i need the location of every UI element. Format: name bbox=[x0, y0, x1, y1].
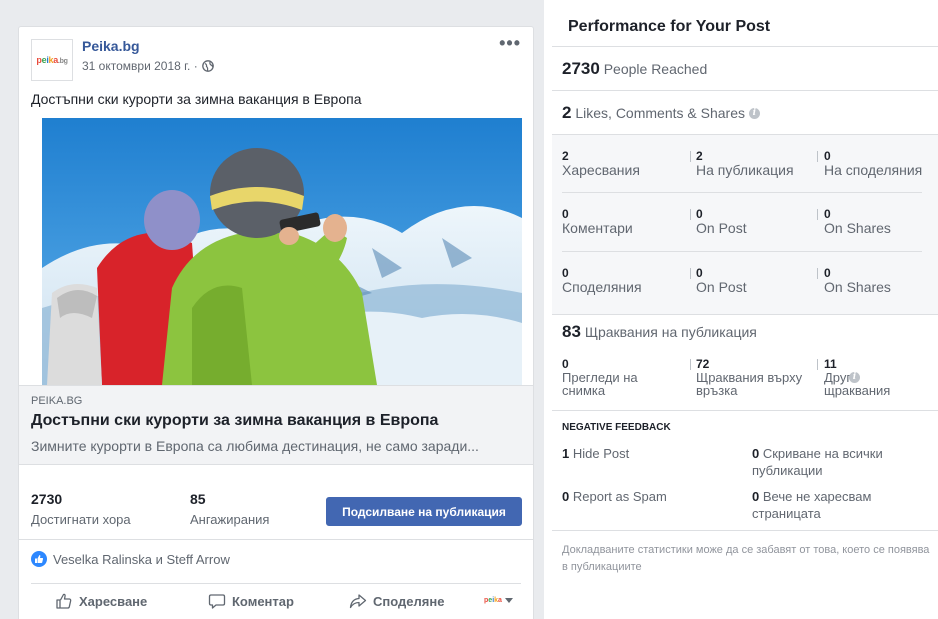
divider bbox=[19, 539, 533, 540]
share-icon bbox=[349, 594, 367, 609]
post-meta: 31 октомври 2018 г. · bbox=[82, 59, 214, 73]
thumbs-up-icon bbox=[56, 593, 72, 609]
people-reached-label: People Reached bbox=[603, 61, 708, 77]
engagement-value: 85 bbox=[190, 491, 206, 507]
divider bbox=[552, 46, 938, 47]
like-label: Харесване bbox=[79, 593, 148, 609]
column-separator bbox=[690, 359, 691, 370]
engagement-total-label: Likes, Comments & Shares bbox=[575, 105, 745, 121]
likes-on-shares: 0 На споделяния bbox=[824, 149, 923, 178]
people-reached-row: 2730 People Reached bbox=[562, 59, 707, 79]
share-label: Споделяне bbox=[373, 593, 445, 609]
info-icon[interactable]: i bbox=[849, 372, 860, 383]
reached-label: Достигнати хора bbox=[31, 512, 131, 527]
comment-button[interactable]: Коментар bbox=[208, 592, 294, 610]
reached-stat: 2730 Достигнати хора bbox=[31, 491, 131, 527]
engagement-stat: 85 Ангажирания bbox=[190, 491, 269, 527]
column-separator bbox=[690, 151, 691, 162]
info-icon[interactable]: i bbox=[748, 108, 760, 119]
post-clicks-label: Щраквания на публикация bbox=[584, 324, 757, 340]
divider bbox=[552, 90, 938, 91]
divider bbox=[552, 314, 938, 315]
post-image[interactable] bbox=[42, 118, 522, 385]
shares-on-post: 0 On Post bbox=[696, 266, 747, 295]
divider bbox=[562, 192, 922, 193]
like-reaction-icon bbox=[31, 551, 47, 567]
hide-post-stat: 1 Hide Post bbox=[562, 446, 630, 461]
logo-text: peika.bg bbox=[36, 55, 68, 65]
reactions-summary[interactable]: Veselka Ralinska и Steff Arrow bbox=[31, 551, 230, 567]
post-card: peika.bg Peika.bg 31 октомври 2018 г. · … bbox=[18, 26, 534, 619]
comments-on-shares: 0 On Shares bbox=[824, 207, 891, 236]
link-clicks: 72 Щраквания върху връзка bbox=[696, 357, 803, 398]
share-button[interactable]: Споделяне bbox=[349, 592, 444, 610]
divider bbox=[552, 410, 938, 411]
column-separator bbox=[817, 151, 818, 162]
engagement-label: Ангажирания bbox=[190, 512, 270, 527]
engagement-row: 2 Likes, Comments & Shares i bbox=[562, 103, 760, 123]
likes-total: 2 Харесвания bbox=[562, 149, 640, 178]
comments-on-post: 0 On Post bbox=[696, 207, 747, 236]
more-options-button[interactable]: ••• bbox=[499, 33, 521, 54]
column-separator bbox=[817, 359, 818, 370]
like-button[interactable]: Харесване bbox=[55, 592, 147, 610]
people-reached-value: 2730 bbox=[562, 59, 600, 78]
boost-post-button[interactable]: Подсилване на публикация bbox=[326, 497, 522, 526]
divider bbox=[31, 583, 521, 584]
reached-value: 2730 bbox=[31, 491, 63, 507]
engagement-total-value: 2 bbox=[562, 103, 572, 122]
divider bbox=[562, 251, 922, 252]
column-separator bbox=[690, 268, 691, 279]
audience-selector[interactable]: peika bbox=[484, 597, 513, 604]
page-avatar[interactable]: peika.bg bbox=[31, 39, 73, 81]
comment-icon bbox=[208, 594, 226, 609]
ski-photo-illustration bbox=[42, 118, 522, 385]
shares-on-shares: 0 On Shares bbox=[824, 266, 891, 295]
divider bbox=[552, 530, 938, 531]
audience-page-logo: peika bbox=[484, 597, 502, 604]
column-separator bbox=[817, 268, 818, 279]
link-preview[interactable]: PEIKA.BG Достъпни ски курорти за зимна в… bbox=[19, 385, 533, 465]
column-separator bbox=[690, 209, 691, 220]
reactions-names[interactable]: Veselka Ralinska и Steff Arrow bbox=[53, 552, 230, 567]
page-name-link[interactable]: Peika.bg bbox=[82, 38, 140, 54]
hide-all-posts-stat: 0 Скриване на всички публикации bbox=[752, 446, 883, 478]
negative-feedback-title: NEGATIVE FEEDBACK bbox=[562, 422, 671, 433]
post-date[interactable]: 31 октомври 2018 г. · bbox=[82, 59, 198, 73]
unlike-page-stat: 0 Вече не харесвам страницата bbox=[752, 489, 872, 521]
post-clicks-value: 83 bbox=[562, 322, 581, 341]
report-spam-stat: 0 Report as Spam bbox=[562, 489, 667, 504]
link-domain: PEIKA.BG bbox=[31, 395, 83, 407]
other-clicks: 11 Други щраквания bbox=[824, 357, 891, 398]
shares-total: 0 Споделяния bbox=[562, 266, 642, 295]
comments-total: 0 Коментари bbox=[562, 207, 633, 236]
post-clicks-row: 83 Щраквания на публикация bbox=[562, 322, 757, 342]
comment-label: Коментар bbox=[232, 593, 294, 609]
column-separator bbox=[817, 209, 818, 220]
globe-icon bbox=[201, 60, 214, 72]
photo-views: 0 Прегледи на снимка bbox=[562, 357, 638, 398]
performance-panel: Performance for Your Post 2730 People Re… bbox=[544, 0, 938, 619]
stats-footnote: Докладваните статистики може да се забав… bbox=[562, 544, 930, 573]
panel-title: Performance for Your Post bbox=[568, 18, 771, 35]
likes-on-post: 2 На публикация bbox=[696, 149, 794, 178]
link-title[interactable]: Достъпни ски курорти за зимна ваканция в… bbox=[31, 412, 438, 430]
chevron-down-icon bbox=[504, 597, 513, 603]
link-description: Зимните курорти в Европа са любима дести… bbox=[31, 438, 479, 454]
post-text: Достъпни ски курорти за зимна ваканция в… bbox=[31, 91, 362, 107]
